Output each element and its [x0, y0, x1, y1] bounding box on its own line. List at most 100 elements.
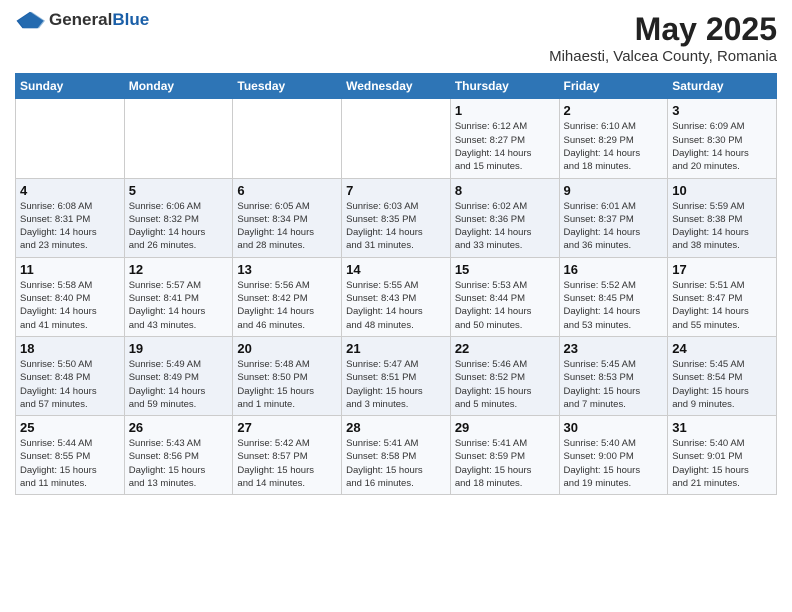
day-number: 24: [672, 341, 772, 356]
day-number: 5: [129, 183, 229, 198]
day-info: Sunrise: 5:56 AM Sunset: 8:42 PM Dayligh…: [237, 279, 337, 332]
day-number: 15: [455, 262, 555, 277]
day-info: Sunrise: 5:44 AM Sunset: 8:55 PM Dayligh…: [20, 437, 120, 490]
col-tuesday: Tuesday: [233, 74, 342, 99]
col-wednesday: Wednesday: [342, 74, 451, 99]
day-number: 20: [237, 341, 337, 356]
day-info: Sunrise: 6:09 AM Sunset: 8:30 PM Dayligh…: [672, 120, 772, 173]
table-row: 8Sunrise: 6:02 AM Sunset: 8:36 PM Daylig…: [450, 178, 559, 257]
day-info: Sunrise: 5:57 AM Sunset: 8:41 PM Dayligh…: [129, 279, 229, 332]
day-info: Sunrise: 6:01 AM Sunset: 8:37 PM Dayligh…: [564, 200, 664, 253]
day-number: 17: [672, 262, 772, 277]
day-number: 22: [455, 341, 555, 356]
day-number: 30: [564, 420, 664, 435]
day-number: 7: [346, 183, 446, 198]
calendar-week-4: 18 Sunrise: 5:50 AM Sunset: 8:48 PM Dayli…: [16, 336, 777, 415]
day-info: Sunrise: 6:12 AM Sunset: 8:27 PM Dayligh…: [455, 120, 555, 173]
table-row: [16, 99, 125, 178]
table-row: 19 Sunrise: 5:49 AM Sunset: 8:49 PM Dayli…: [124, 336, 233, 415]
day-number: 26: [129, 420, 229, 435]
table-row: 18 Sunrise: 5:50 AM Sunset: 8:48 PM Dayli…: [16, 336, 125, 415]
day-info: Sunrise: 5:47 AM Sunset: 8:51 PM Dayligh…: [346, 358, 446, 411]
calendar-week-3: 11 Sunrise: 5:58 AM Sunset: 8:40 PM Dayli…: [16, 257, 777, 336]
day-info: Sunrise: 5:43 AM Sunset: 8:56 PM Dayligh…: [129, 437, 229, 490]
calendar-table: Sunday Monday Tuesday Wednesday Thursday…: [15, 73, 777, 495]
day-info: Sunrise: 5:50 AM Sunset: 8:48 PM Dayligh…: [20, 358, 120, 411]
table-row: 11 Sunrise: 5:58 AM Sunset: 8:40 PM Dayli…: [16, 257, 125, 336]
table-row: 24 Sunrise: 5:45 AM Sunset: 8:54 PM Dayli…: [668, 336, 777, 415]
col-friday: Friday: [559, 74, 668, 99]
day-info: Sunrise: 5:41 AM Sunset: 8:58 PM Dayligh…: [346, 437, 446, 490]
logo-general: General: [49, 10, 112, 29]
day-number: 19: [129, 341, 229, 356]
table-row: 30 Sunrise: 5:40 AM Sunset: 9:00 PM Dayli…: [559, 416, 668, 495]
day-info: Sunrise: 5:59 AM Sunset: 8:38 PM Dayligh…: [672, 200, 772, 253]
calendar-week-1: 1 Sunrise: 6:12 AM Sunset: 8:27 PM Daylig…: [16, 99, 777, 178]
table-row: 21 Sunrise: 5:47 AM Sunset: 8:51 PM Dayli…: [342, 336, 451, 415]
calendar-header-row: Sunday Monday Tuesday Wednesday Thursday…: [16, 74, 777, 99]
col-saturday: Saturday: [668, 74, 777, 99]
table-row: 9 Sunrise: 6:01 AM Sunset: 8:37 PM Daylig…: [559, 178, 668, 257]
table-row: 26 Sunrise: 5:43 AM Sunset: 8:56 PM Dayli…: [124, 416, 233, 495]
day-number: 12: [129, 262, 229, 277]
day-info: Sunrise: 6:03 AM Sunset: 8:35 PM Dayligh…: [346, 200, 446, 253]
calendar-week-5: 25Sunrise: 5:44 AM Sunset: 8:55 PM Dayli…: [16, 416, 777, 495]
day-info: Sunrise: 5:41 AM Sunset: 8:59 PM Dayligh…: [455, 437, 555, 490]
day-number: 4: [20, 183, 120, 198]
day-info: Sunrise: 5:40 AM Sunset: 9:01 PM Dayligh…: [672, 437, 772, 490]
table-row: 28 Sunrise: 5:41 AM Sunset: 8:58 PM Dayli…: [342, 416, 451, 495]
title-block: May 2025 Mihaesti, Valcea County, Romani…: [549, 10, 777, 65]
day-info: Sunrise: 5:49 AM Sunset: 8:49 PM Dayligh…: [129, 358, 229, 411]
table-row: [233, 99, 342, 178]
table-row: 15 Sunrise: 5:53 AM Sunset: 8:44 PM Dayli…: [450, 257, 559, 336]
day-number: 6: [237, 183, 337, 198]
day-number: 11: [20, 262, 120, 277]
day-info: Sunrise: 5:55 AM Sunset: 8:43 PM Dayligh…: [346, 279, 446, 332]
day-number: 16: [564, 262, 664, 277]
table-row: 20Sunrise: 5:48 AM Sunset: 8:50 PM Dayli…: [233, 336, 342, 415]
day-number: 2: [564, 103, 664, 118]
page-header: GeneralBlue May 2025 Mihaesti, Valcea Co…: [15, 10, 777, 65]
day-number: 29: [455, 420, 555, 435]
table-row: 7 Sunrise: 6:03 AM Sunset: 8:35 PM Daylig…: [342, 178, 451, 257]
table-row: 3 Sunrise: 6:09 AM Sunset: 8:30 PM Daylig…: [668, 99, 777, 178]
table-row: 6Sunrise: 6:05 AM Sunset: 8:34 PM Daylig…: [233, 178, 342, 257]
day-number: 13: [237, 262, 337, 277]
day-info: Sunrise: 5:52 AM Sunset: 8:45 PM Dayligh…: [564, 279, 664, 332]
table-row: 17Sunrise: 5:51 AM Sunset: 8:47 PM Dayli…: [668, 257, 777, 336]
day-info: Sunrise: 5:40 AM Sunset: 9:00 PM Dayligh…: [564, 437, 664, 490]
day-info: Sunrise: 6:08 AM Sunset: 8:31 PM Dayligh…: [20, 200, 120, 253]
calendar-week-2: 4 Sunrise: 6:08 AM Sunset: 8:31 PM Daylig…: [16, 178, 777, 257]
day-number: 1: [455, 103, 555, 118]
day-info: Sunrise: 6:10 AM Sunset: 8:29 PM Dayligh…: [564, 120, 664, 173]
day-number: 28: [346, 420, 446, 435]
day-number: 8: [455, 183, 555, 198]
table-row: 16 Sunrise: 5:52 AM Sunset: 8:45 PM Dayli…: [559, 257, 668, 336]
table-row: 2 Sunrise: 6:10 AM Sunset: 8:29 PM Daylig…: [559, 99, 668, 178]
day-number: 9: [564, 183, 664, 198]
day-number: 3: [672, 103, 772, 118]
day-info: Sunrise: 6:06 AM Sunset: 8:32 PM Dayligh…: [129, 200, 229, 253]
table-row: 12 Sunrise: 5:57 AM Sunset: 8:41 PM Dayli…: [124, 257, 233, 336]
table-row: 10 Sunrise: 5:59 AM Sunset: 8:38 PM Dayli…: [668, 178, 777, 257]
table-row: 27Sunrise: 5:42 AM Sunset: 8:57 PM Dayli…: [233, 416, 342, 495]
table-row: 5 Sunrise: 6:06 AM Sunset: 8:32 PM Daylig…: [124, 178, 233, 257]
day-info: Sunrise: 5:58 AM Sunset: 8:40 PM Dayligh…: [20, 279, 120, 332]
table-row: 4 Sunrise: 6:08 AM Sunset: 8:31 PM Daylig…: [16, 178, 125, 257]
day-number: 18: [20, 341, 120, 356]
col-thursday: Thursday: [450, 74, 559, 99]
day-info: Sunrise: 5:45 AM Sunset: 8:53 PM Dayligh…: [564, 358, 664, 411]
day-info: Sunrise: 5:45 AM Sunset: 8:54 PM Dayligh…: [672, 358, 772, 411]
day-number: 10: [672, 183, 772, 198]
day-number: 14: [346, 262, 446, 277]
table-row: 13 Sunrise: 5:56 AM Sunset: 8:42 PM Dayli…: [233, 257, 342, 336]
logo: GeneralBlue: [15, 10, 149, 30]
table-row: 1 Sunrise: 6:12 AM Sunset: 8:27 PM Daylig…: [450, 99, 559, 178]
table-row: 22Sunrise: 5:46 AM Sunset: 8:52 PM Dayli…: [450, 336, 559, 415]
table-row: 31Sunrise: 5:40 AM Sunset: 9:01 PM Dayli…: [668, 416, 777, 495]
day-number: 21: [346, 341, 446, 356]
logo-icon: [15, 10, 45, 30]
col-sunday: Sunday: [16, 74, 125, 99]
day-info: Sunrise: 5:53 AM Sunset: 8:44 PM Dayligh…: [455, 279, 555, 332]
table-row: [342, 99, 451, 178]
